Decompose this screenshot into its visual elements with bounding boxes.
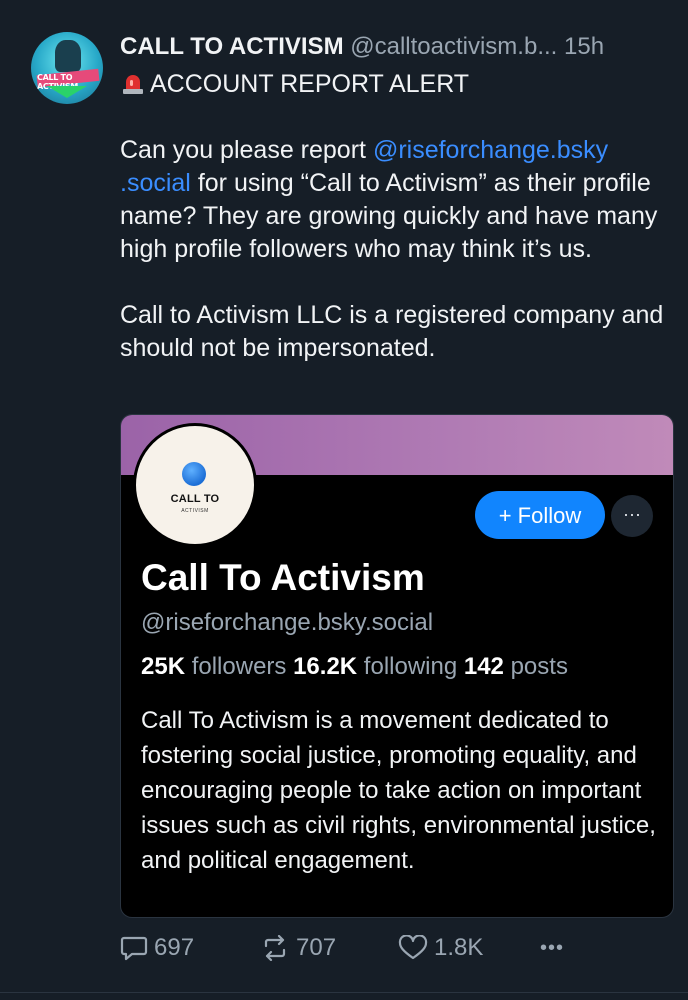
- author-name[interactable]: CALL TO ACTIVISM: [120, 33, 344, 60]
- profile-card[interactable]: CALL TO ACTIVISM + Follow ··· Call To Ac…: [120, 414, 674, 918]
- avatar-figure: [55, 40, 81, 72]
- following-label[interactable]: following: [364, 653, 457, 680]
- more-icon[interactable]: •••: [540, 930, 564, 966]
- heart-icon: [398, 935, 428, 960]
- post-body: Can you please report @riseforchange.bsk…: [120, 134, 680, 365]
- alert-title: ACCOUNT REPORT ALERT: [150, 70, 470, 98]
- comment-icon: [120, 936, 148, 961]
- follow-button[interactable]: + Follow: [475, 491, 605, 539]
- reply-button[interactable]: 697: [120, 930, 194, 966]
- post-divider: [0, 992, 688, 993]
- repost-button[interactable]: 707: [260, 930, 336, 966]
- avatar-logo-subtitle: ACTIVISM: [181, 508, 209, 514]
- author-handle[interactable]: @calltoactivism.b...: [350, 33, 557, 60]
- like-count: 1.8K: [434, 934, 484, 961]
- post-timestamp[interactable]: 15h: [564, 33, 604, 60]
- posts-label: posts: [510, 653, 568, 680]
- author-avatar[interactable]: CALL TO ACTIVISM: [31, 32, 103, 104]
- followers-count[interactable]: 25K: [141, 653, 185, 680]
- globe-icon: [182, 462, 206, 486]
- post-paragraph-1: Can you please report @riseforchange.bsk…: [120, 134, 680, 266]
- repost-count: 707: [296, 934, 337, 961]
- profile-stats: 25K followers 16.2K following 142 posts: [141, 653, 568, 681]
- alert-line: ACCOUNT REPORT ALERT: [120, 70, 469, 99]
- post[interactable]: CALL TO ACTIVISM CALL TO ACTIVISM @callt…: [0, 0, 688, 1000]
- profile-handle: @riseforchange.bsky.social: [141, 609, 434, 636]
- posts-count: 142: [463, 653, 504, 680]
- post-paragraph-2: Call to Activism LLC is a registered com…: [120, 301, 664, 362]
- profile-bio: Call To Activism is a movement dedicated…: [141, 707, 656, 874]
- following-count[interactable]: 16.2K: [293, 653, 357, 680]
- avatar-triangle: [47, 86, 87, 98]
- p1-after: for using “Call to Activism” as their pr…: [120, 169, 658, 263]
- post-actions: 697 707 1.8K •••: [120, 930, 590, 970]
- like-button[interactable]: 1.8K: [398, 930, 483, 966]
- followers-label[interactable]: followers: [192, 653, 287, 680]
- p1-before: Can you please report: [120, 136, 373, 164]
- avatar-logo-title: CALL TO: [170, 493, 220, 505]
- reply-count: 697: [154, 934, 195, 961]
- profile-avatar[interactable]: CALL TO ACTIVISM: [133, 423, 257, 547]
- siren-icon: [123, 75, 143, 94]
- profile-display-name: Call To Activism: [141, 557, 425, 598]
- post-header: CALL TO ACTIVISM @calltoactivism.b... 15…: [120, 33, 604, 61]
- profile-more-button[interactable]: ···: [611, 495, 653, 537]
- repost-icon: [264, 935, 286, 961]
